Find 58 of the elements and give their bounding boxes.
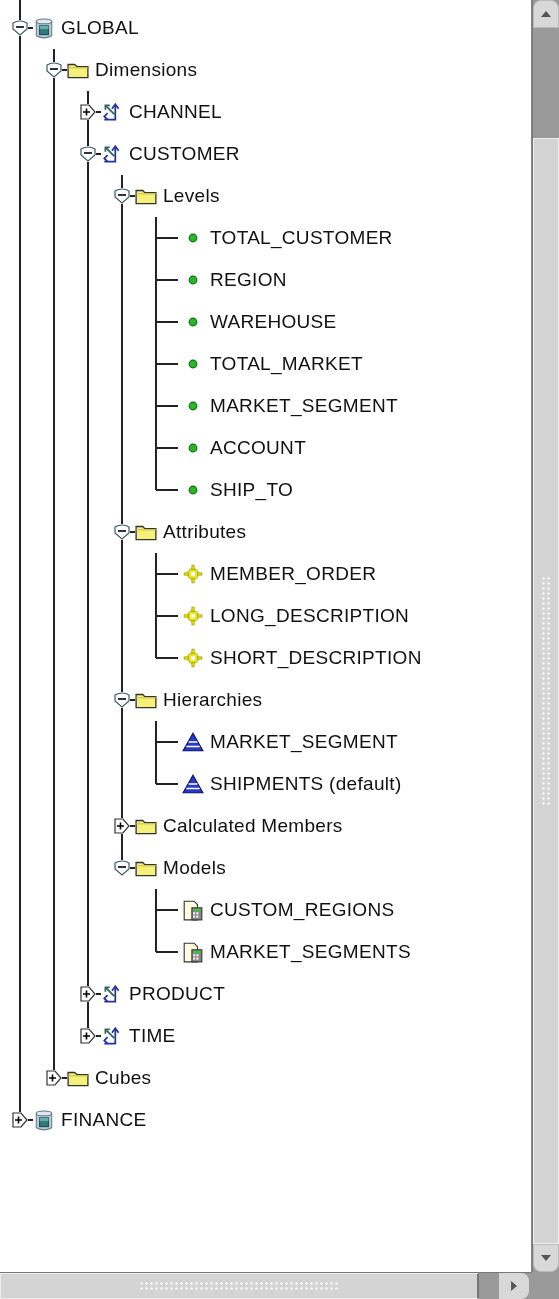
tree-item[interactable]: MARKET_SEGMENT [210,731,398,753]
expand-toggle[interactable] [46,1070,62,1086]
tree-item[interactable]: MARKET_SEGMENTS [210,941,411,963]
tree-item[interactable]: LONG_DESCRIPTION [210,605,410,627]
collapse-toggle[interactable] [114,860,130,876]
pyramid-icon [182,731,204,753]
triangle-right-icon [511,1281,517,1291]
expand-toggle[interactable] [114,818,130,834]
scroll-right-button[interactable] [499,1273,529,1299]
triangle-down-icon [541,1255,551,1261]
collapse-toggle[interactable] [80,146,96,162]
gear-icon [182,647,204,669]
tree-item[interactable]: CUSTOMER [129,143,240,165]
gear-icon [182,605,204,627]
tree-item[interactable]: CHANNEL [129,101,222,123]
tree-item[interactable]: SHIP_TO [210,479,294,501]
tree-item[interactable]: Attributes [163,521,247,543]
scrollbar-corner [532,1272,559,1299]
collapse-toggle[interactable] [12,20,28,36]
pyramid-icon [182,773,204,795]
tree-item[interactable]: TIME [129,1025,176,1047]
collapse-toggle[interactable] [46,62,62,78]
triangle-up-icon [541,11,551,17]
expand-toggle[interactable] [80,104,96,120]
tree-item[interactable]: REGION [210,269,287,291]
tree-item[interactable]: WAREHOUSE [210,311,337,333]
document-calculator-icon [182,941,204,963]
database-icon [33,1109,55,1131]
tree-item[interactable]: GLOBAL [61,17,139,39]
collapse-toggle[interactable] [114,524,130,540]
tree-item[interactable]: Cubes [95,1067,152,1089]
collapse-toggle[interactable] [114,188,130,204]
tree-item[interactable]: TOTAL_CUSTOMER [210,227,393,249]
scroll-down-button[interactable] [533,1244,559,1272]
tree-item[interactable]: SHIPMENTS (default) [210,773,402,795]
expand-toggle[interactable] [80,986,96,1002]
scrollbar-thumb[interactable] [533,138,559,1244]
expand-toggle[interactable] [80,1028,96,1044]
tree-item[interactable]: Calculated Members [163,815,343,837]
expand-toggle[interactable] [12,1112,28,1128]
document-calculator-icon [182,899,204,921]
tree-item[interactable]: CUSTOM_REGIONS [210,899,395,921]
tree-item[interactable]: PRODUCT [129,983,226,1005]
database-icon [33,17,55,39]
tree-item[interactable]: Models [163,857,227,879]
tree-item[interactable]: FINANCE [61,1109,147,1131]
tree-item[interactable]: SHORT_DESCRIPTION [210,647,422,669]
tree-item[interactable]: Hierarchies [163,689,263,711]
tree-item[interactable]: Dimensions [95,59,198,81]
tree-item[interactable]: MARKET_SEGMENT [210,395,398,417]
gear-icon [182,563,204,585]
tree-item[interactable]: MEMBER_ORDER [210,563,377,585]
tree-item[interactable]: TOTAL_MARKET [210,353,363,375]
tree-item[interactable]: Levels [163,185,220,207]
vertical-scrollbar[interactable] [532,0,559,1272]
scroll-up-button[interactable] [533,0,559,28]
collapse-toggle[interactable] [114,692,130,708]
tree-item[interactable]: ACCOUNT [210,437,307,459]
